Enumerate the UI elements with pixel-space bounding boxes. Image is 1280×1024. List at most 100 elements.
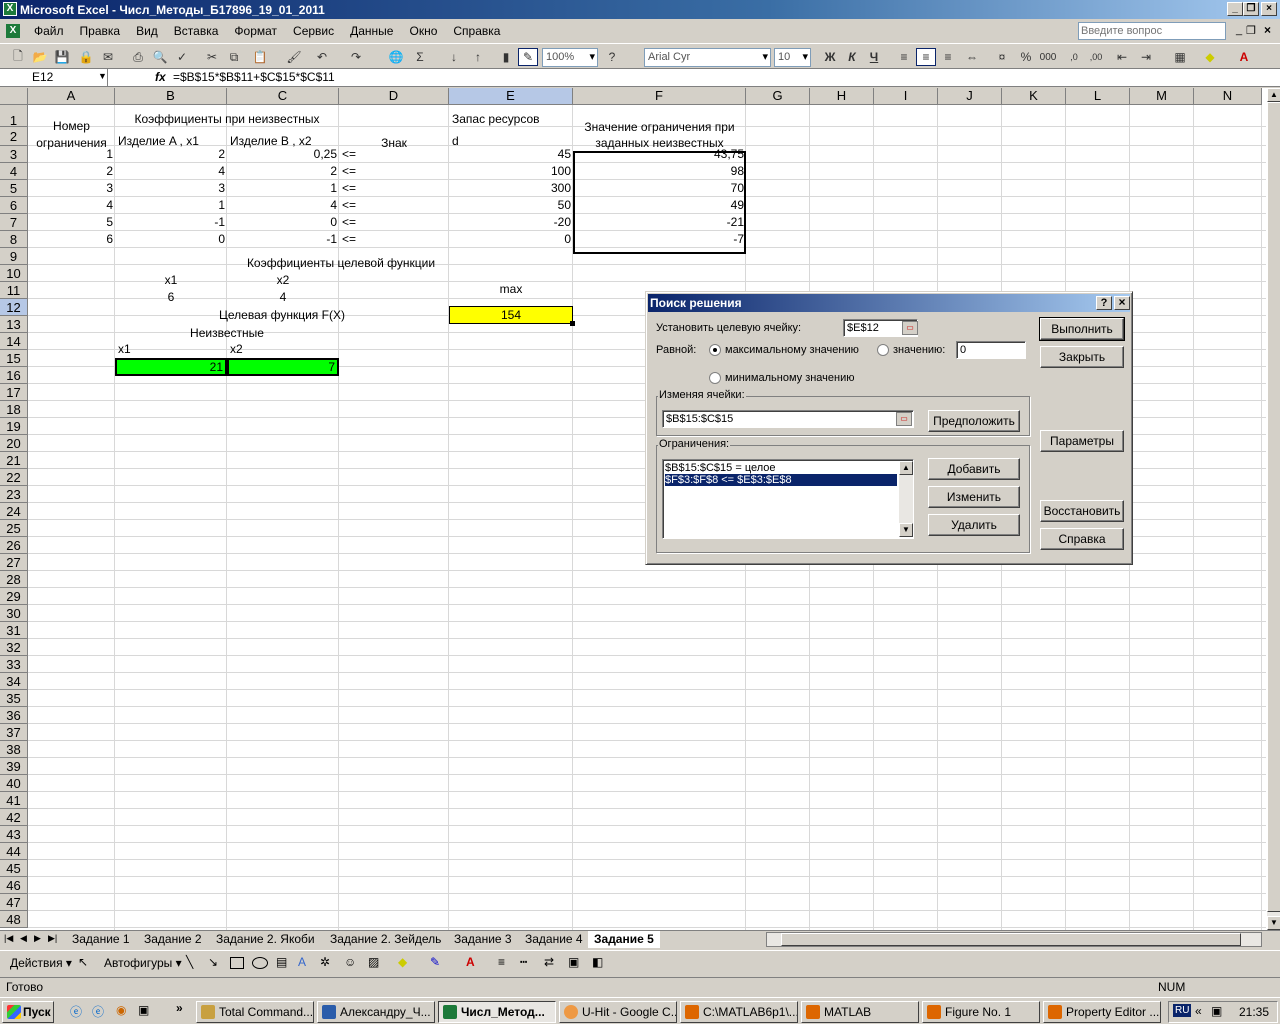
cell-b4[interactable]: 4 [115,164,225,178]
row-header[interactable]: 28 [0,571,28,588]
task-figure[interactable]: Figure No. 1 [922,1001,1040,1023]
cell-e1[interactable]: Запас ресурсов [452,112,572,126]
constraints-scroll-up-icon[interactable]: ▲ [899,461,913,475]
constraint-item-2-selected[interactable]: $F$3:$F$8 <= $E$3:$E$8 [665,474,897,486]
cell-c4[interactable]: 2 [227,164,337,178]
row-header[interactable]: 20 [0,435,28,452]
sort-desc-icon[interactable]: ↑ [468,48,488,66]
cell-a8[interactable]: 6 [28,232,113,246]
cell-b3[interactable]: 2 [115,147,225,161]
tray-expand-icon[interactable]: « [1195,1004,1202,1018]
paste-icon[interactable]: 📋 [250,48,270,66]
doc-minimize-button[interactable]: _ [1236,24,1242,36]
dialog-help-text-button[interactable]: Справка [1040,528,1124,550]
maximize-button[interactable]: ❐ [1243,2,1259,16]
menu-file[interactable]: Файл [26,24,72,38]
col-header-a[interactable]: A [28,88,115,105]
cell-c5[interactable]: 1 [227,181,337,195]
cell-e4[interactable]: 100 [449,164,571,178]
cell-c2[interactable]: Изделие B , x2 [230,134,340,148]
font-select[interactable]: Arial Cyr [644,48,771,67]
horizontal-scrollbar[interactable] [766,932,1262,947]
open-icon[interactable]: 📂 [30,48,50,66]
minimize-button[interactable]: _ [1227,2,1243,16]
menu-help[interactable]: Справка [445,24,508,38]
picture-icon[interactable]: ▨ [368,955,379,969]
row-header[interactable]: 39 [0,758,28,775]
row-header[interactable]: 23 [0,486,28,503]
radio-min[interactable] [709,372,721,384]
oval-icon[interactable] [252,957,268,969]
close-dialog-button[interactable]: Закрыть [1040,346,1124,368]
print-icon[interactable]: ⎙ [128,48,148,66]
media-quicklaunch-icon[interactable]: ◉ [116,1003,126,1017]
menu-window[interactable]: Окно [401,24,445,38]
cell-b14[interactable]: x1 [118,342,228,356]
name-box-dropdown-icon[interactable]: ▼ [98,71,107,81]
task-excel-active[interactable]: Числ_Метод... [438,1001,556,1023]
underline-icon[interactable]: Ч [864,48,884,66]
email-icon[interactable]: ✉ [98,48,118,66]
scroll-down-icon[interactable]: ▼ [1267,916,1280,930]
row-header[interactable]: 35 [0,690,28,707]
new-icon[interactable]: 🗋 [8,48,28,66]
name-box[interactable]: E12 [2,69,108,86]
cell-b6[interactable]: 1 [115,198,225,212]
cell-a4[interactable]: 2 [28,164,113,178]
menu-insert[interactable]: Вставка [166,24,227,38]
cell-a1[interactable]: Номер [28,119,115,133]
row-header[interactable]: 46 [0,877,28,894]
row-header[interactable]: 8 [0,231,28,248]
col-header-l[interactable]: L [1066,88,1130,105]
cell-a7[interactable]: 5 [28,215,113,229]
fill-handle[interactable] [570,321,575,326]
row-header[interactable]: 13 [0,316,28,333]
3d-icon[interactable]: ◧ [592,955,603,969]
wordart-icon[interactable]: A [298,955,306,969]
currency-icon[interactable]: ¤ [992,48,1012,66]
autosum-icon[interactable]: Σ [410,48,430,66]
decrease-decimal-icon[interactable]: ,00 [1086,48,1106,66]
cell-b11[interactable]: 6 [115,290,227,304]
cell-d4[interactable]: <= [342,164,447,178]
col-header-n[interactable]: N [1194,88,1262,105]
cell-b9[interactable]: Коэффициенты целевой функции [115,256,567,270]
task-matlab[interactable]: MATLAB [801,1001,919,1023]
cell-a3[interactable]: 1 [28,147,113,161]
tab-sheet-5-active[interactable]: Задание 5 [588,931,660,948]
first-sheet-icon[interactable]: |◀ [4,933,13,944]
row-header[interactable]: 34 [0,673,28,690]
language-indicator[interactable]: RU [1173,1004,1192,1017]
cell-e2[interactable]: d [452,134,572,148]
cell-a6[interactable]: 4 [28,198,113,212]
cell-d3[interactable]: <= [342,147,447,161]
close-window-button[interactable]: × [1261,2,1277,16]
autoshapes-menu[interactable]: Автофигуры ▾ [104,956,182,970]
task-property-editor[interactable]: Property Editor ... [1043,1001,1161,1023]
scroll-thumb[interactable] [1267,102,1280,912]
formula-input[interactable]: =$B$15*$B$11+$C$15*$C$11 [173,69,335,86]
constraints-scroll-down-icon[interactable]: ▼ [899,523,913,537]
cell-b12[interactable]: Целевая функция F(X) [115,308,449,322]
cell-b13[interactable]: Неизвестные [115,326,339,340]
col-header-d[interactable]: D [339,88,449,105]
format-painter-icon[interactable]: 🖌 [284,48,304,66]
dash-style-icon[interactable]: ┅ [520,955,527,969]
select-all-corner[interactable] [0,88,28,105]
arrow-icon[interactable]: ↘ [208,955,218,969]
scroll-up-icon[interactable]: ▲ [1267,88,1280,102]
task-chrome[interactable]: U-Hit - Google C... [559,1001,677,1023]
row-header[interactable]: 27 [0,554,28,571]
italic-icon[interactable]: К [842,48,862,66]
clipart-icon[interactable]: ☺ [344,955,356,969]
doc-close-button[interactable]: × [1264,23,1271,37]
diagram-icon[interactable]: ✲ [320,955,330,969]
row-header[interactable]: 3 [0,146,28,163]
task-word-doc[interactable]: Александру_Ч... [317,1001,435,1023]
save-icon[interactable]: 💾 [52,48,72,66]
workbook-icon[interactable]: X [6,24,20,38]
row-header[interactable]: 6 [0,197,28,214]
outlook-quicklaunch-icon[interactable]: ⓔ [92,1003,104,1020]
delete-constraint-button[interactable]: Удалить [928,514,1020,536]
select-objects-icon[interactable]: ↖ [78,955,88,969]
